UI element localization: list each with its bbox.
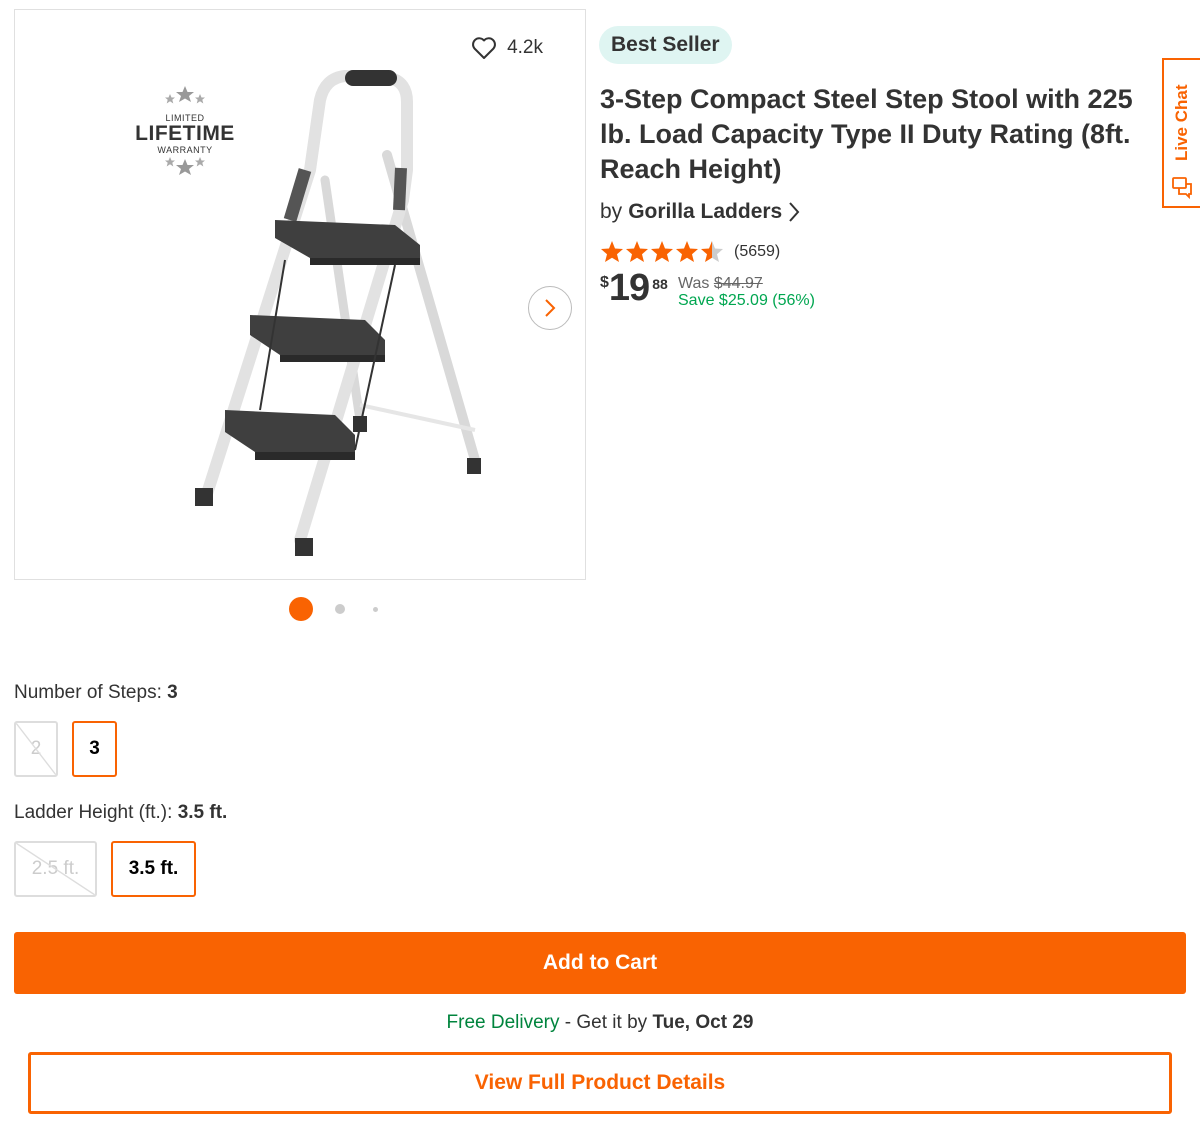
review-count[interactable]: (5659) xyxy=(734,243,780,261)
live-chat-tab[interactable]: Live Chat xyxy=(1162,58,1200,208)
step-stool-image xyxy=(195,70,481,556)
favorites-count: 4.2k xyxy=(507,37,543,58)
height-selected-value: 3.5 ft. xyxy=(177,802,228,823)
steps-label-text: Number of Steps: xyxy=(14,682,168,703)
favorite-button[interactable]: 4.2k xyxy=(471,36,543,60)
rating[interactable]: (5659) xyxy=(600,240,780,264)
add-to-cart-button[interactable]: Add to Cart xyxy=(14,932,1186,994)
unavailable-strike-icon xyxy=(16,723,56,775)
delivery-date: Tue, Oct 29 xyxy=(652,1012,754,1033)
steps-option-3-label: 3 xyxy=(89,738,100,759)
height-option-3-5-label: 3.5 ft. xyxy=(128,858,179,879)
was-price: $44.97 xyxy=(713,275,763,292)
chevron-right-icon xyxy=(789,202,800,222)
product-image-panel[interactable]: 4.2k LIMITED LIFETIME WARRANTY xyxy=(14,9,586,580)
chat-bubble-icon xyxy=(1172,177,1192,200)
pagination-dot-active[interactable] xyxy=(289,597,313,621)
brand-prefix: by xyxy=(600,200,623,223)
star-rating-icon xyxy=(601,241,723,262)
height-option-2-5[interactable]: 2.5 ft. xyxy=(14,841,97,897)
steps-option-2[interactable]: 2 xyxy=(14,721,58,777)
pagination-dot[interactable] xyxy=(335,604,345,614)
was-price-line: Was $44.97 xyxy=(678,275,815,292)
live-chat-label: Live Chat xyxy=(1172,84,1191,162)
next-image-button[interactable] xyxy=(528,286,572,330)
price-whole: 19 xyxy=(608,267,650,309)
best-seller-badge: Best Seller xyxy=(599,26,732,64)
pagination-dot[interactable] xyxy=(373,606,378,612)
brand-link[interactable]: by Gorilla Ladders xyxy=(600,200,800,224)
price: $ 19 88 xyxy=(600,268,668,308)
unavailable-strike-icon xyxy=(16,843,95,895)
height-option-label: Ladder Height (ft.): 3.5 ft. xyxy=(14,802,227,824)
delivery-middle-text: - Get it by xyxy=(559,1012,653,1033)
steps-selected-value: 3 xyxy=(167,682,178,703)
heart-icon xyxy=(472,37,497,59)
brand-name: Gorilla Ladders xyxy=(628,200,783,223)
price-currency: $ xyxy=(600,274,609,291)
product-title: 3-Step Compact Steel Step Stool with 225… xyxy=(600,84,1133,184)
steps-option-3[interactable]: 3 xyxy=(72,721,117,777)
was-price-block: Was $44.97 Save $25.09 (56%) xyxy=(678,275,815,309)
image-pagination xyxy=(289,597,378,621)
view-full-details-button[interactable]: View Full Product Details xyxy=(28,1052,1172,1114)
chevron-right-icon xyxy=(545,299,556,317)
price-cents: 88 xyxy=(652,276,668,292)
steps-option-label: Number of Steps: 3 xyxy=(14,682,178,704)
free-delivery-text: Free Delivery xyxy=(446,1012,560,1033)
was-label: Was xyxy=(678,275,710,292)
delivery-info: Free Delivery - Get it by Tue, Oct 29 xyxy=(0,1012,1200,1034)
height-label-text: Ladder Height (ft.): xyxy=(14,802,178,823)
height-option-3-5[interactable]: 3.5 ft. xyxy=(111,841,196,897)
savings-text: Save $25.09 (56%) xyxy=(678,292,815,309)
